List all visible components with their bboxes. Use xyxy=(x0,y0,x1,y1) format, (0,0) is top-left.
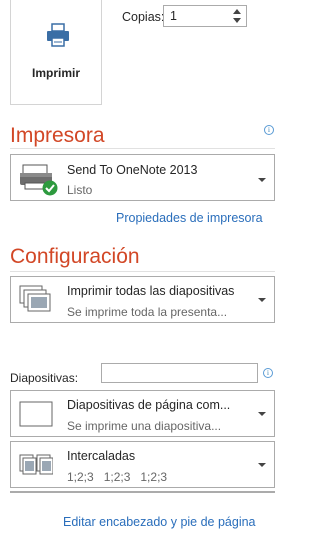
collated-icon xyxy=(19,454,53,475)
copies-stepper[interactable]: 1 xyxy=(163,5,247,27)
printer-icon xyxy=(47,23,69,47)
divider xyxy=(10,148,275,149)
collation-dropdown[interactable]: Intercaladas 1;2;3 1;2;3 1;2;3 xyxy=(10,441,275,488)
slides-scope-dropdown[interactable]: Imprimir todas las diapositivas Se impri… xyxy=(10,276,275,323)
printer-dropdown[interactable]: Send To OneNote 2013 Listo xyxy=(10,154,275,201)
printer-properties-link[interactable]: Propiedades de impresora xyxy=(116,211,263,225)
layout-subtitle: Se imprime una diapositiva... xyxy=(67,419,222,433)
info-icon[interactable]: i xyxy=(264,125,274,135)
collation-subtitle: 1;2;3 1;2;3 1;2;3 xyxy=(67,470,168,484)
divider xyxy=(10,491,275,493)
edit-header-footer-link[interactable]: Editar encabezado y pie de página xyxy=(63,515,256,529)
slides-scope-title: Imprimir todas las diapositivas xyxy=(67,284,235,298)
info-icon[interactable]: i xyxy=(263,368,273,378)
copies-value: 1 xyxy=(170,9,177,23)
print-button[interactable]: Imprimir xyxy=(10,0,102,105)
copies-label: Copias: xyxy=(122,10,165,24)
printer-ready-icon xyxy=(20,164,58,196)
all-slides-icon xyxy=(19,285,51,312)
chevron-down-icon xyxy=(258,412,266,416)
slides-label: Diapositivas: xyxy=(10,371,79,385)
settings-section-title: Configuración xyxy=(10,245,140,268)
slides-scope-subtitle: Se imprime toda la presenta... xyxy=(67,305,228,319)
chevron-down-icon xyxy=(258,298,266,302)
collation-title: Intercaladas xyxy=(67,449,136,463)
divider xyxy=(10,271,275,272)
full-page-slide-icon xyxy=(19,401,53,427)
print-button-label: Imprimir xyxy=(31,66,80,80)
printer-name: Send To OneNote 2013 xyxy=(67,163,198,177)
chevron-down-icon xyxy=(258,178,266,182)
chevron-down-icon xyxy=(258,463,266,467)
printer-section-title: Impresora xyxy=(10,124,105,147)
slides-input[interactable] xyxy=(101,363,258,383)
layout-dropdown[interactable]: Diapositivas de página com... Se imprime… xyxy=(10,390,275,437)
spin-arrows-icon[interactable] xyxy=(231,7,243,25)
printer-status: Listo xyxy=(67,183,93,197)
layout-title: Diapositivas de página com... xyxy=(67,398,231,412)
